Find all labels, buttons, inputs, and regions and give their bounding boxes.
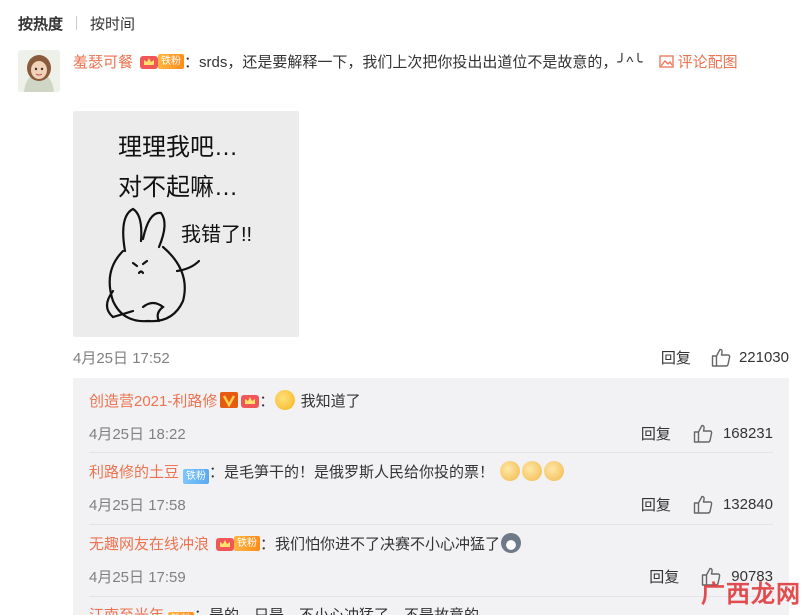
- image-line3: 我错了!!: [181, 223, 252, 246]
- dog-face-icon: [500, 461, 521, 481]
- sub-comment-time: 4月25日 18:22: [89, 425, 186, 443]
- divider: [89, 524, 773, 525]
- fan-badge[interactable]: 铁粉: [137, 54, 185, 70]
- crown-icon: [241, 395, 260, 408]
- main-comment: 羞瑟可餐 铁粉 ：srds，还是要解释一下，我们上次把你投出出道位不是故意的，╯^╰…: [73, 54, 738, 71]
- comment-time: 4月25日 17:52: [73, 349, 170, 367]
- sub-comment-text: 是的，只是…不小心冲猛了，不是故意的: [209, 607, 479, 615]
- fan-badge[interactable]: 铁粉: [213, 536, 261, 552]
- avatar[interactable]: [18, 50, 60, 92]
- dog-face-icon: [522, 461, 543, 481]
- like-button[interactable]: 132840: [693, 495, 773, 514]
- tab-divider: [76, 16, 78, 30]
- comment-image-link[interactable]: 评论配图: [647, 54, 738, 71]
- divider: [89, 452, 773, 453]
- reply-button[interactable]: 回复: [661, 347, 691, 368]
- hushed-face-icon: [275, 390, 296, 410]
- sub-comment-time: 4月25日 17:58: [89, 496, 186, 514]
- sub-comment-list: 创造营2021-利路修： 我知道了 4月25日 18:22 回复 168231 …: [73, 378, 789, 615]
- like-count: 221030: [738, 348, 789, 366]
- crown-icon: [216, 538, 235, 551]
- sub-comment: 江南至光年铁粉：是的，只是…不小心冲猛了，不是故意的: [89, 604, 773, 615]
- like-button[interactable]: 168231: [693, 424, 773, 443]
- like-count: 132840: [722, 495, 773, 513]
- tab-sort-time[interactable]: 按时间: [90, 13, 135, 34]
- sub-comment: 创造营2021-利路修： 我知道了 4月25日 18:22 回复 168231: [89, 390, 773, 444]
- reply-button[interactable]: 回复: [649, 566, 679, 587]
- husky-icon: [501, 533, 522, 553]
- sub-comment-text: 是毛笋干的！是俄罗斯人民给你投的票！: [224, 464, 495, 481]
- sub-comment: 无趣网友在线冲浪 铁粉 ：我们怕你进不了决赛不小心冲猛了 4月25日 17:59 回…: [89, 533, 773, 587]
- dog-face-icon: [544, 461, 565, 481]
- thumbs-up-icon: [693, 495, 713, 514]
- image-icon: [659, 55, 674, 68]
- image-line1: 理理我吧…: [118, 134, 238, 161]
- image-line2: 对不起嘛…: [118, 174, 238, 201]
- sub-comment: 利路修的土豆 铁粉 ：是毛笋干的！是俄罗斯人民给你投的票！ 4月25日 17:58 …: [89, 461, 773, 515]
- sub-comment-username[interactable]: 创造营2021-利路修: [89, 393, 217, 410]
- verified-v-icon: [220, 392, 239, 408]
- watermark: 广西龙网: [701, 581, 801, 608]
- like-button[interactable]: 221030: [711, 348, 789, 367]
- like-count: 168231: [722, 424, 773, 442]
- sub-comment-username[interactable]: 江南至光年: [89, 607, 164, 615]
- comment-text: srds，还是要解释一下，我们上次把你投出出道位不是故意的，╯^╰: [199, 54, 643, 71]
- divider: [89, 596, 773, 597]
- tab-sort-hot[interactable]: 按热度: [18, 13, 63, 34]
- reply-button[interactable]: 回复: [641, 423, 671, 444]
- reply-button[interactable]: 回复: [641, 494, 671, 515]
- comment-username[interactable]: 羞瑟可餐: [73, 54, 133, 71]
- comment-image[interactable]: 理理我吧… 对不起嘛… 我错了!!: [73, 111, 299, 337]
- sub-comment-text: 我知道了: [300, 393, 361, 410]
- sub-comment-username[interactable]: 无趣网友在线冲浪: [89, 536, 209, 553]
- thumbs-up-icon: [693, 424, 713, 443]
- sort-bar: 按热度 按时间: [18, 12, 135, 34]
- sub-comment-username[interactable]: 利路修的土豆: [89, 464, 179, 481]
- main-comment-meta: 4月25日 17:52 回复 221030: [73, 346, 789, 368]
- fan-badge[interactable]: 铁粉: [168, 612, 195, 615]
- sub-comment-text: 我们怕你进不了决赛不小心冲猛了: [275, 536, 501, 553]
- crown-icon: [140, 56, 159, 69]
- fan-badge[interactable]: 铁粉: [183, 469, 210, 485]
- sub-comment-time: 4月25日 17:59: [89, 568, 186, 586]
- thumbs-up-icon: [711, 348, 731, 367]
